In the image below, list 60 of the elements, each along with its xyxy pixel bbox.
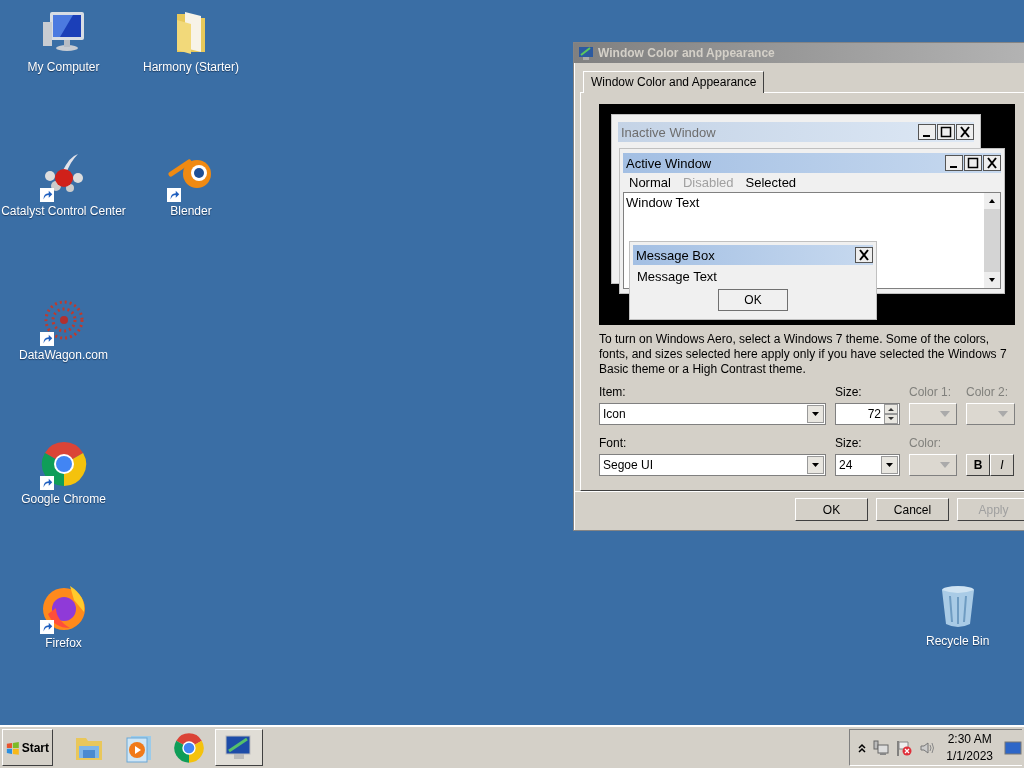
field-label: Color:	[909, 436, 941, 451]
chevron-up-icon[interactable]	[858, 742, 867, 753]
scrollbar[interactable]	[984, 193, 1000, 288]
field-label: Color 1:	[909, 385, 952, 400]
desktop-shortcut[interactable]: Google Chrome	[21, 440, 106, 506]
message-text: Message Text	[636, 268, 718, 286]
color-picker[interactable]	[909, 454, 957, 476]
description-text: To turn on Windows Aero, select a Windows 7 theme. Some of the colors, fonts, and sizes selected here apply only if you have selected the Windows 7 Basic theme or a High Contrast theme.	[599, 332, 1008, 377]
chrome-icon	[173, 731, 205, 764]
chrome-icon	[39, 440, 88, 488]
tab[interactable]: Window Color and Appearance	[583, 71, 765, 93]
window-title: Message Box	[636, 247, 715, 263]
field-label: Font:	[599, 436, 627, 451]
clock-time[interactable]: 2:30 AM	[947, 732, 992, 746]
scroll-down-icon[interactable]	[984, 272, 1000, 288]
start-button[interactable]: Start	[2, 729, 53, 766]
taskbar-button[interactable]	[215, 729, 263, 766]
display-settings-icon	[578, 45, 594, 61]
window-title: Inactive Window	[621, 124, 716, 140]
network-icon[interactable]	[873, 739, 890, 756]
desktop-shortcut[interactable]: My Computer	[27, 8, 100, 74]
flag-error-icon[interactable]	[896, 739, 913, 756]
field-label: Size:	[835, 385, 862, 400]
desktop-shortcut[interactable]: Harmony (Starter)	[143, 8, 239, 74]
dropdown[interactable]: Icon	[599, 403, 826, 425]
spin-box[interactable]: 72	[835, 403, 900, 425]
windows-logo-icon	[6, 740, 20, 755]
menu-item[interactable]: Normal	[629, 175, 671, 190]
scroll-up-icon[interactable]	[984, 193, 1000, 209]
close-icon[interactable]	[983, 155, 1001, 171]
window-text: Window Text	[625, 194, 701, 212]
dialog-button[interactable]: OK	[795, 498, 868, 521]
dropdown[interactable]: 24	[835, 454, 900, 476]
dropdown-arrow-icon	[998, 411, 1008, 417]
dialog-button[interactable]: Cancel	[876, 498, 949, 521]
maximize-icon[interactable]	[964, 155, 982, 171]
dropdown[interactable]: Segoe UI	[599, 454, 826, 476]
window-title: Active Window	[626, 155, 712, 171]
field-label: Item:	[599, 385, 626, 400]
desktop-shortcut[interactable]: Firefox	[39, 584, 88, 650]
field-label: Color 2:	[966, 385, 1009, 400]
font-style-button[interactable]: I	[990, 454, 1014, 476]
ok-button[interactable]: OK	[718, 289, 788, 311]
dropdown-arrow-icon	[940, 411, 950, 417]
color-picker[interactable]	[966, 403, 1015, 425]
minimize-icon[interactable]	[945, 155, 963, 171]
color-picker[interactable]	[909, 403, 957, 425]
desktop-shortcut[interactable]: Catalyst Control Center	[1, 152, 126, 218]
desktop-shortcut[interactable]: Recycle Bin	[926, 582, 990, 648]
field-label: Size:	[835, 436, 862, 451]
desktop-shortcut[interactable]: DataWagon.com	[19, 296, 108, 362]
show-desktop-icon[interactable]	[1004, 739, 1022, 756]
dropdown-arrow-icon	[940, 462, 950, 468]
menu-item[interactable]: Selected	[745, 175, 797, 190]
window-title: Window Color and Appearance	[598, 46, 775, 60]
font-style-button[interactable]: B	[966, 454, 990, 476]
desktop-shortcut[interactable]: Blender	[167, 152, 215, 218]
close-icon[interactable]	[855, 247, 873, 263]
clock-date[interactable]: 1/1/2023	[946, 749, 993, 763]
spinner-arrows-icon[interactable]	[884, 404, 898, 424]
